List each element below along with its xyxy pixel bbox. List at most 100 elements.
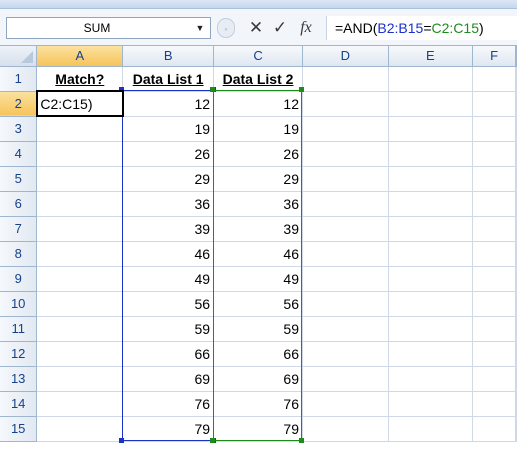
- cell-a1[interactable]: Match?: [36, 66, 124, 92]
- cell-overflow[interactable]: [515, 416, 517, 442]
- cell-d9[interactable]: [302, 266, 389, 292]
- cell-f14[interactable]: [472, 391, 516, 417]
- cell-overflow[interactable]: [515, 291, 517, 317]
- cell-overflow[interactable]: [515, 141, 517, 167]
- row-header-14[interactable]: 14: [0, 391, 38, 417]
- cell-c12[interactable]: 66: [213, 341, 303, 367]
- cell-e15[interactable]: [388, 416, 474, 442]
- cell-a10[interactable]: [36, 291, 124, 317]
- cell-d15[interactable]: [302, 416, 389, 442]
- cell-a3[interactable]: [36, 116, 124, 142]
- cell-a12[interactable]: [36, 341, 124, 367]
- cell-overflow[interactable]: [515, 316, 517, 342]
- cell-e8[interactable]: [388, 241, 474, 267]
- cell-b5[interactable]: 29: [122, 166, 215, 192]
- cell-c9[interactable]: 49: [213, 266, 303, 292]
- cell-f8[interactable]: [472, 241, 516, 267]
- cell-c3[interactable]: 19: [213, 116, 303, 142]
- cell-a14[interactable]: [36, 391, 124, 417]
- cell-b1[interactable]: Data List 1: [122, 66, 215, 92]
- column-header-f[interactable]: F: [472, 46, 516, 67]
- cell-c7[interactable]: 39: [213, 216, 303, 242]
- row-header-5[interactable]: 5: [0, 166, 38, 192]
- column-header-d[interactable]: D: [302, 46, 389, 67]
- cell-c6[interactable]: 36: [213, 191, 303, 217]
- row-header-3[interactable]: 3: [0, 116, 38, 142]
- cell-d13[interactable]: [302, 366, 389, 392]
- cell-a4[interactable]: [36, 141, 124, 167]
- cell-d2[interactable]: [302, 91, 389, 117]
- cell-b9[interactable]: 49: [122, 266, 215, 292]
- cell-f6[interactable]: [472, 191, 516, 217]
- cell-overflow[interactable]: [515, 191, 517, 217]
- cell-a15[interactable]: [36, 416, 124, 442]
- cell-c1[interactable]: Data List 2: [213, 66, 303, 92]
- cell-b8[interactable]: 46: [122, 241, 215, 267]
- cell-d1[interactable]: [302, 66, 389, 92]
- cell-b14[interactable]: 76: [122, 391, 215, 417]
- cell-e6[interactable]: [388, 191, 474, 217]
- cell-c11[interactable]: 59: [213, 316, 303, 342]
- cell-c5[interactable]: 29: [213, 166, 303, 192]
- cell-b13[interactable]: 69: [122, 366, 215, 392]
- cell-e2[interactable]: [388, 91, 474, 117]
- cell-b3[interactable]: 19: [122, 116, 215, 142]
- cell-c2[interactable]: 12: [213, 91, 303, 117]
- row-header-12[interactable]: 12: [0, 341, 38, 367]
- row-header-9[interactable]: 9: [0, 266, 38, 292]
- cell-e3[interactable]: [388, 116, 474, 142]
- cell-overflow[interactable]: [515, 66, 517, 92]
- cell-d10[interactable]: [302, 291, 389, 317]
- cell-d3[interactable]: [302, 116, 389, 142]
- cell-b10[interactable]: 56: [122, 291, 215, 317]
- column-header-overflow[interactable]: [515, 46, 517, 67]
- cell-a8[interactable]: [36, 241, 124, 267]
- column-header-b[interactable]: B: [122, 46, 215, 67]
- cell-overflow[interactable]: [515, 366, 517, 392]
- cell-e11[interactable]: [388, 316, 474, 342]
- row-header-10[interactable]: 10: [0, 291, 38, 317]
- select-all-corner[interactable]: [0, 46, 38, 67]
- insert-function-icon[interactable]: fx: [295, 16, 317, 40]
- row-header-2[interactable]: 2: [0, 91, 38, 117]
- cell-f4[interactable]: [472, 141, 516, 167]
- cell-f7[interactable]: [472, 216, 516, 242]
- cell-c8[interactable]: 46: [213, 241, 303, 267]
- row-header-11[interactable]: 11: [0, 316, 38, 342]
- cell-f2[interactable]: [472, 91, 516, 117]
- column-header-a[interactable]: A: [36, 46, 124, 67]
- cell-a6[interactable]: [36, 191, 124, 217]
- cell-e5[interactable]: [388, 166, 474, 192]
- cell-e4[interactable]: [388, 141, 474, 167]
- cell-b15[interactable]: 79: [122, 416, 215, 442]
- cell-f15[interactable]: [472, 416, 516, 442]
- column-header-c[interactable]: C: [213, 46, 303, 67]
- cell-f11[interactable]: [472, 316, 516, 342]
- cell-f5[interactable]: [472, 166, 516, 192]
- cell-e7[interactable]: [388, 216, 474, 242]
- cell-d14[interactable]: [302, 391, 389, 417]
- cell-b11[interactable]: 59: [122, 316, 215, 342]
- cell-f13[interactable]: [472, 366, 516, 392]
- cell-c4[interactable]: 26: [213, 141, 303, 167]
- cell-overflow[interactable]: [515, 116, 517, 142]
- cell-d11[interactable]: [302, 316, 389, 342]
- cell-e14[interactable]: [388, 391, 474, 417]
- row-header-6[interactable]: 6: [0, 191, 38, 217]
- cell-f12[interactable]: [472, 341, 516, 367]
- cell-a13[interactable]: [36, 366, 124, 392]
- cell-e10[interactable]: [388, 291, 474, 317]
- dropdown-arrow-icon[interactable]: ▼: [192, 18, 208, 38]
- cell-d4[interactable]: [302, 141, 389, 167]
- row-header-7[interactable]: 7: [0, 216, 38, 242]
- cell-e12[interactable]: [388, 341, 474, 367]
- cell-overflow[interactable]: [515, 241, 517, 267]
- cell-e9[interactable]: [388, 266, 474, 292]
- cell-b7[interactable]: 39: [122, 216, 215, 242]
- resize-handle-icon[interactable]: ◦: [217, 18, 235, 38]
- cell-c15[interactable]: 79: [213, 416, 303, 442]
- cell-overflow[interactable]: [515, 341, 517, 367]
- cell-d7[interactable]: [302, 216, 389, 242]
- cell-e1[interactable]: [388, 66, 474, 92]
- cell-d6[interactable]: [302, 191, 389, 217]
